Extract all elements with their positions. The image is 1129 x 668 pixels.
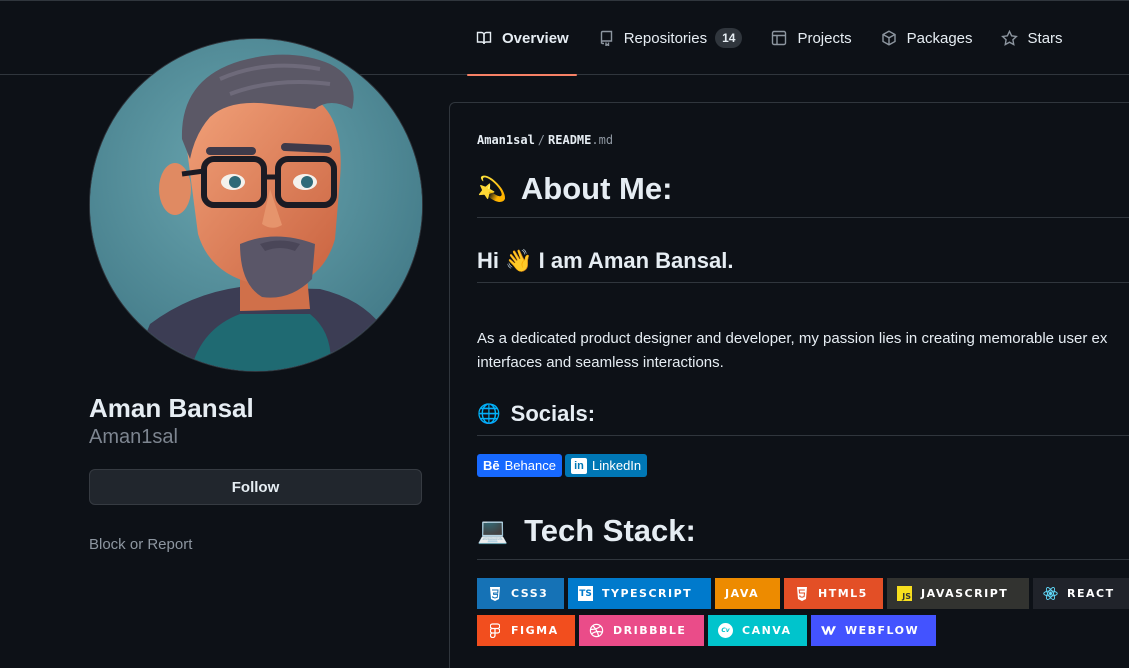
readme-path-separator: / bbox=[537, 133, 546, 147]
profile-login: Aman1sal bbox=[89, 426, 178, 448]
tab-stars-label: Stars bbox=[1027, 29, 1063, 47]
tab-overview[interactable]: Overview bbox=[467, 1, 577, 76]
linkedin-label: LinkedIn bbox=[592, 458, 642, 473]
avatar[interactable] bbox=[89, 38, 423, 372]
figma-badge[interactable]: FIGMA bbox=[477, 615, 575, 646]
tab-overview-label: Overview bbox=[502, 29, 569, 47]
about-heading: 💫 About Me: bbox=[477, 171, 672, 207]
readme-card: Aman1sal / README.md 💫 About Me: Hi 👋 I am… bbox=[449, 102, 1129, 668]
react-icon bbox=[1043, 586, 1058, 601]
html5-icon bbox=[794, 586, 809, 601]
readme-path-ext: .md bbox=[591, 133, 614, 147]
tab-projects-label: Projects bbox=[797, 29, 852, 47]
dribbble-icon bbox=[589, 623, 604, 638]
linkedin-icon: in bbox=[571, 457, 587, 474]
dribbble-badge[interactable]: DRIBBBLE bbox=[579, 615, 704, 646]
css3-icon bbox=[487, 586, 502, 601]
typescript-label: TYPESCRIPT bbox=[602, 587, 693, 600]
java-label: JAVA bbox=[725, 587, 760, 600]
javascript-label: JAVASCRIPT bbox=[921, 587, 1009, 600]
about-divider bbox=[477, 217, 1129, 218]
tech-heading-text: Tech Stack: bbox=[524, 513, 696, 548]
html5-label: HTML5 bbox=[818, 587, 868, 600]
canva-badge[interactable]: Cv CANVA bbox=[708, 615, 807, 646]
tech-heading: 💻 Tech Stack: bbox=[477, 513, 696, 549]
repo-icon bbox=[597, 29, 615, 47]
tech-divider bbox=[477, 559, 1129, 560]
typescript-badge[interactable]: TS TYPESCRIPT bbox=[568, 578, 711, 609]
intro-line-1: As a dedicated product designer and deve… bbox=[477, 330, 1108, 347]
tab-repositories[interactable]: Repositories 14 bbox=[589, 1, 751, 75]
tab-stars[interactable]: Stars bbox=[993, 1, 1071, 75]
book-icon bbox=[475, 29, 493, 47]
table-icon bbox=[770, 29, 788, 47]
readme-path: Aman1sal / README.md bbox=[477, 133, 613, 147]
webflow-label: WEBFLOW bbox=[845, 624, 920, 637]
socials-divider bbox=[477, 435, 1129, 436]
behance-icon: Bē bbox=[483, 458, 500, 473]
figma-icon bbox=[487, 623, 502, 638]
block-or-report-link[interactable]: Block or Report bbox=[89, 536, 192, 553]
react-badge[interactable]: REACT bbox=[1033, 578, 1129, 609]
star-icon bbox=[1001, 29, 1019, 47]
intro-paragraph: As a dedicated product designer and deve… bbox=[477, 327, 1129, 375]
dizzy-icon: 💫 bbox=[477, 175, 507, 203]
readme-path-owner[interactable]: Aman1sal bbox=[477, 133, 535, 147]
javascript-icon: JS bbox=[897, 586, 912, 601]
html5-badge[interactable]: HTML5 bbox=[784, 578, 883, 609]
tab-list: Overview Repositories 14 Projects Packag… bbox=[467, 1, 1083, 76]
webflow-badge[interactable]: WEBFLOW bbox=[811, 615, 936, 646]
behance-label: Behance bbox=[504, 458, 556, 473]
socials-heading-text: Socials: bbox=[510, 401, 596, 426]
css3-label: CSS3 bbox=[511, 587, 549, 600]
about-heading-text: About Me: bbox=[520, 171, 673, 206]
tab-repositories-label: Repositories bbox=[623, 29, 708, 47]
webflow-icon bbox=[821, 623, 836, 638]
canva-label: CANVA bbox=[742, 624, 792, 637]
intro-line-2: interfaces and seamless interactions. bbox=[477, 354, 724, 371]
linkedin-badge[interactable]: in LinkedIn bbox=[565, 454, 648, 477]
hi-heading: Hi 👋 I am Aman Bansal. bbox=[477, 248, 734, 273]
package-icon bbox=[880, 29, 898, 47]
canva-icon: Cv bbox=[718, 623, 733, 638]
java-badge[interactable]: JAVA bbox=[715, 578, 780, 609]
tab-packages[interactable]: Packages bbox=[872, 1, 981, 75]
laptop-icon: 💻 bbox=[477, 516, 509, 545]
css3-badge[interactable]: CSS3 bbox=[477, 578, 564, 609]
javascript-badge[interactable]: JS JAVASCRIPT bbox=[887, 578, 1029, 609]
profile-name: Aman Bansal bbox=[89, 393, 254, 423]
figma-label: FIGMA bbox=[511, 624, 559, 637]
dribbble-label: DRIBBBLE bbox=[613, 624, 687, 637]
typescript-icon: TS bbox=[578, 586, 593, 601]
tab-packages-label: Packages bbox=[906, 29, 973, 47]
socials-heading: 🌐 Socials: bbox=[477, 401, 595, 427]
react-label: REACT bbox=[1067, 587, 1115, 600]
tab-projects[interactable]: Projects bbox=[762, 1, 859, 75]
hi-divider bbox=[477, 282, 1129, 283]
globe-icon: 🌐 bbox=[477, 404, 501, 425]
readme-path-file[interactable]: README bbox=[548, 133, 591, 147]
behance-badge[interactable]: Bē Behance bbox=[477, 454, 562, 477]
follow-button[interactable]: Follow bbox=[89, 469, 422, 505]
repositories-count-badge: 14 bbox=[715, 28, 743, 48]
